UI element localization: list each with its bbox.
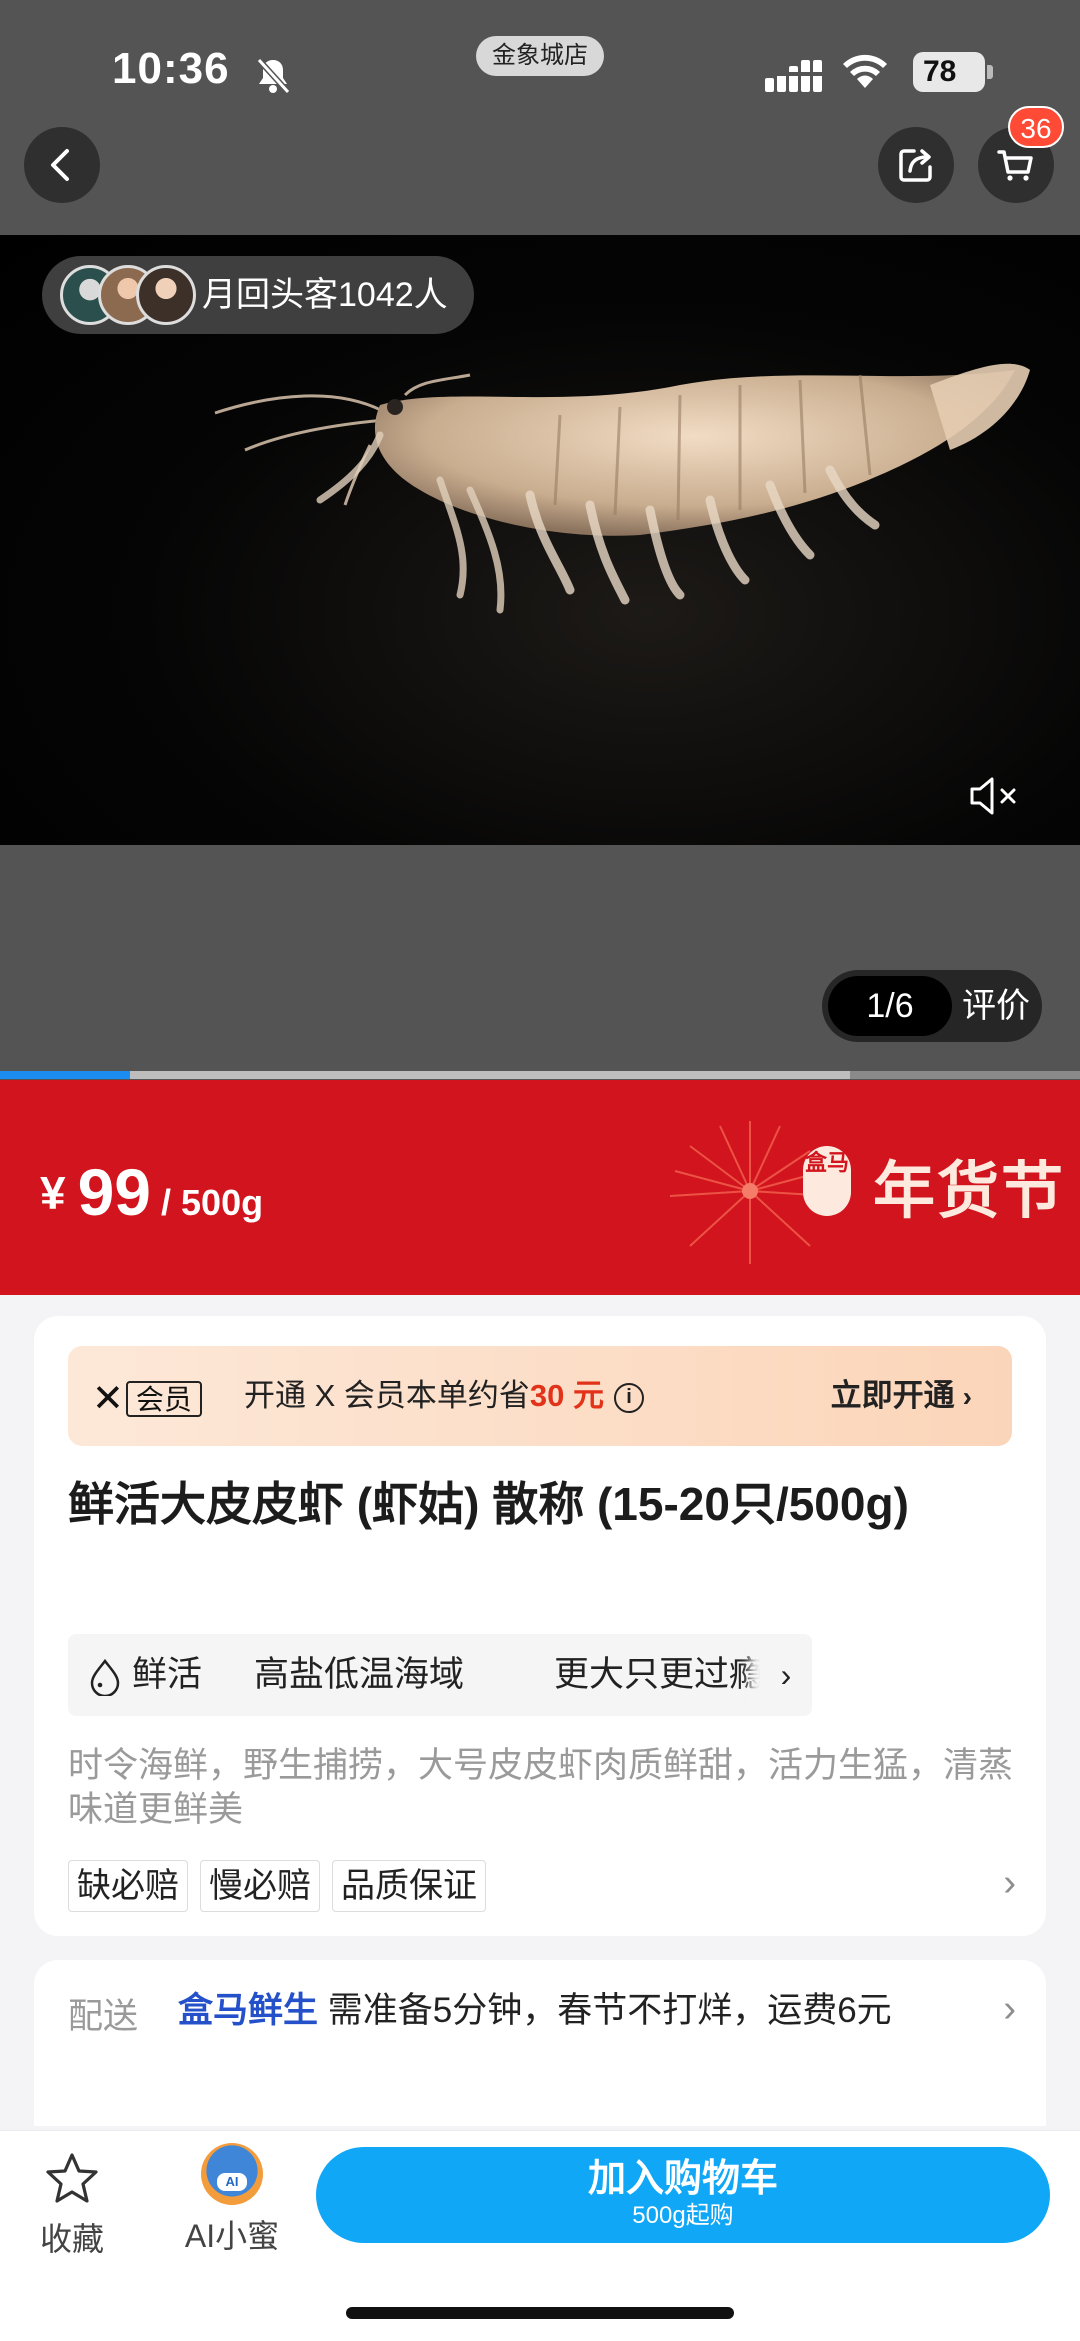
chevron-right-icon[interactable]: › [1003,1988,1016,2031]
festival-brand: 盒马 [803,1146,851,1216]
member-save-amount: 30 元 [529,1378,605,1413]
member-promo-bar[interactable]: ✕ 会员 开通 X 会员本单约省30 元 i 立即开通 › [68,1346,1012,1446]
repeat-customers-text: 月回头客1042人 [202,276,448,314]
minimum-purchase-label: 500g起购 [632,2202,734,2229]
festival-text: 年货节 [873,1157,1066,1226]
bottom-action-bar: 收藏 AI AI小蜜 加入购物车 500g起购 [0,2130,1080,2341]
favorite-label: 收藏 [39,2221,104,2257]
speaker-muted-icon[interactable] [966,774,1022,818]
price: ¥99/ 500g [40,1154,263,1230]
product-description: 时令海鲜，野生捕捞，大号皮皮虾肉质鲜甜，活力生猛，清蒸味道更鲜美 [68,1746,1014,1829]
cellular-signal-icon [765,60,822,92]
ai-assistant-label: AI小蜜 [184,2218,280,2254]
ai-assistant-button[interactable]: AI AI小蜜 [176,2143,288,2259]
member-promo-text: 开通 X 会员本单约省30 元 i [244,1346,645,1446]
media-progress-fill [0,1071,130,1079]
ai-badge: AI [217,2173,247,2191]
media-counter-pill[interactable]: 1/6 评价 [822,970,1042,1042]
price-amount: 99 [77,1155,152,1229]
share-button[interactable] [878,127,954,203]
add-to-cart-button[interactable]: 加入购物车 500g起购 [316,2147,1050,2243]
water-drop-icon [90,1658,120,1696]
customer-avatars [60,265,196,325]
media-progress-track [0,1071,1080,1079]
info-icon[interactable]: i [614,1383,645,1413]
guarantee-tag: 品质保证 [332,1860,486,1912]
media-progress-end [850,1071,1080,1079]
back-button[interactable] [24,127,100,203]
cart-count-badge: 36 [1008,106,1064,148]
media-counter: 1/6 [828,976,952,1036]
price-unit: / 500g [161,1182,264,1223]
battery-indicator: 78 [913,52,993,92]
guarantee-tag: 慢必赔 [200,1860,320,1912]
delivery-card[interactable]: 配送 盒马鲜生 需准备5分钟，春节不打烊，运费6元 › [34,1960,1046,2126]
feature-tag: 鲜活 [132,1655,203,1694]
open-membership-button[interactable]: 立即开通 › [831,1346,972,1447]
chevron-left-icon [51,149,69,181]
status-time: 10:36 [112,44,230,93]
favorite-button[interactable]: 收藏 [30,2149,114,2259]
member-tag: 会员 [125,1380,202,1417]
review-tab[interactable]: 评价 [950,970,1042,1042]
store-location-pill[interactable]: 金象城店 [476,36,604,76]
price-banner: ¥99/ 500g 盒马 年货节 [0,1080,1080,1295]
product-media: 10:36 金象城店 78 36 月回头客1042人 1/6 评价 [0,0,1080,1080]
bell-muted-icon [256,57,291,95]
repeat-customers-pill: 月回头客1042人 [42,256,474,334]
price-currency: ¥ [40,1167,66,1219]
star-icon [46,2153,98,2203]
status-bar: 10:36 金象城店 78 [0,0,1080,120]
delivery-brand: 盒马鲜生 [178,1991,319,2030]
delivery-text: 需准备5分钟，春节不打烊，运费6元 [327,1991,892,2030]
open-membership-label: 立即开通 [830,1378,955,1413]
share-icon [899,149,932,182]
product-title: 鲜活大皮皮虾 (虾姑) 散称 (15-20只/500g) [68,1478,909,1530]
member-promo-prefix: 开通 X 会员本单约省 [244,1378,530,1413]
chevron-right-icon[interactable]: › [760,1634,812,1716]
chevron-right-icon: › [962,1381,972,1412]
x-member-logo: ✕ 会员 [92,1376,202,1420]
guarantee-tag: 缺必赔 [68,1860,188,1912]
home-indicator [346,2307,734,2319]
delivery-info: 盒马鲜生 需准备5分钟，春节不打烊，运费6元 [178,1984,948,2038]
avatar [136,265,196,325]
service-guarantees[interactable]: 缺必赔 慢必赔 品质保证 [68,1860,498,1912]
delivery-label: 配送 [68,1997,139,2036]
new-year-festival-logo: 盒马 年货节 [803,1130,1063,1240]
x-logo-icon: ✕ [92,1378,124,1420]
wifi-icon [843,54,887,88]
chevron-right-icon[interactable]: › [1003,1862,1016,1905]
cart-icon [997,150,1033,181]
feature-tag: 高盐低温海域 [254,1655,465,1694]
feature-tags[interactable]: 鲜活 高盐低温海域 更大只更过瘾 › [68,1634,812,1716]
ai-assistant-icon: AI [201,2143,263,2205]
add-to-cart-label: 加入购物车 [587,2158,778,2200]
product-info-card: ✕ 会员 开通 X 会员本单约省30 元i 立即开通 › 鲜活大皮皮虾 (虾姑) 散… [34,1316,1046,1936]
feature-tag: 更大只更过瘾 [554,1655,765,1694]
